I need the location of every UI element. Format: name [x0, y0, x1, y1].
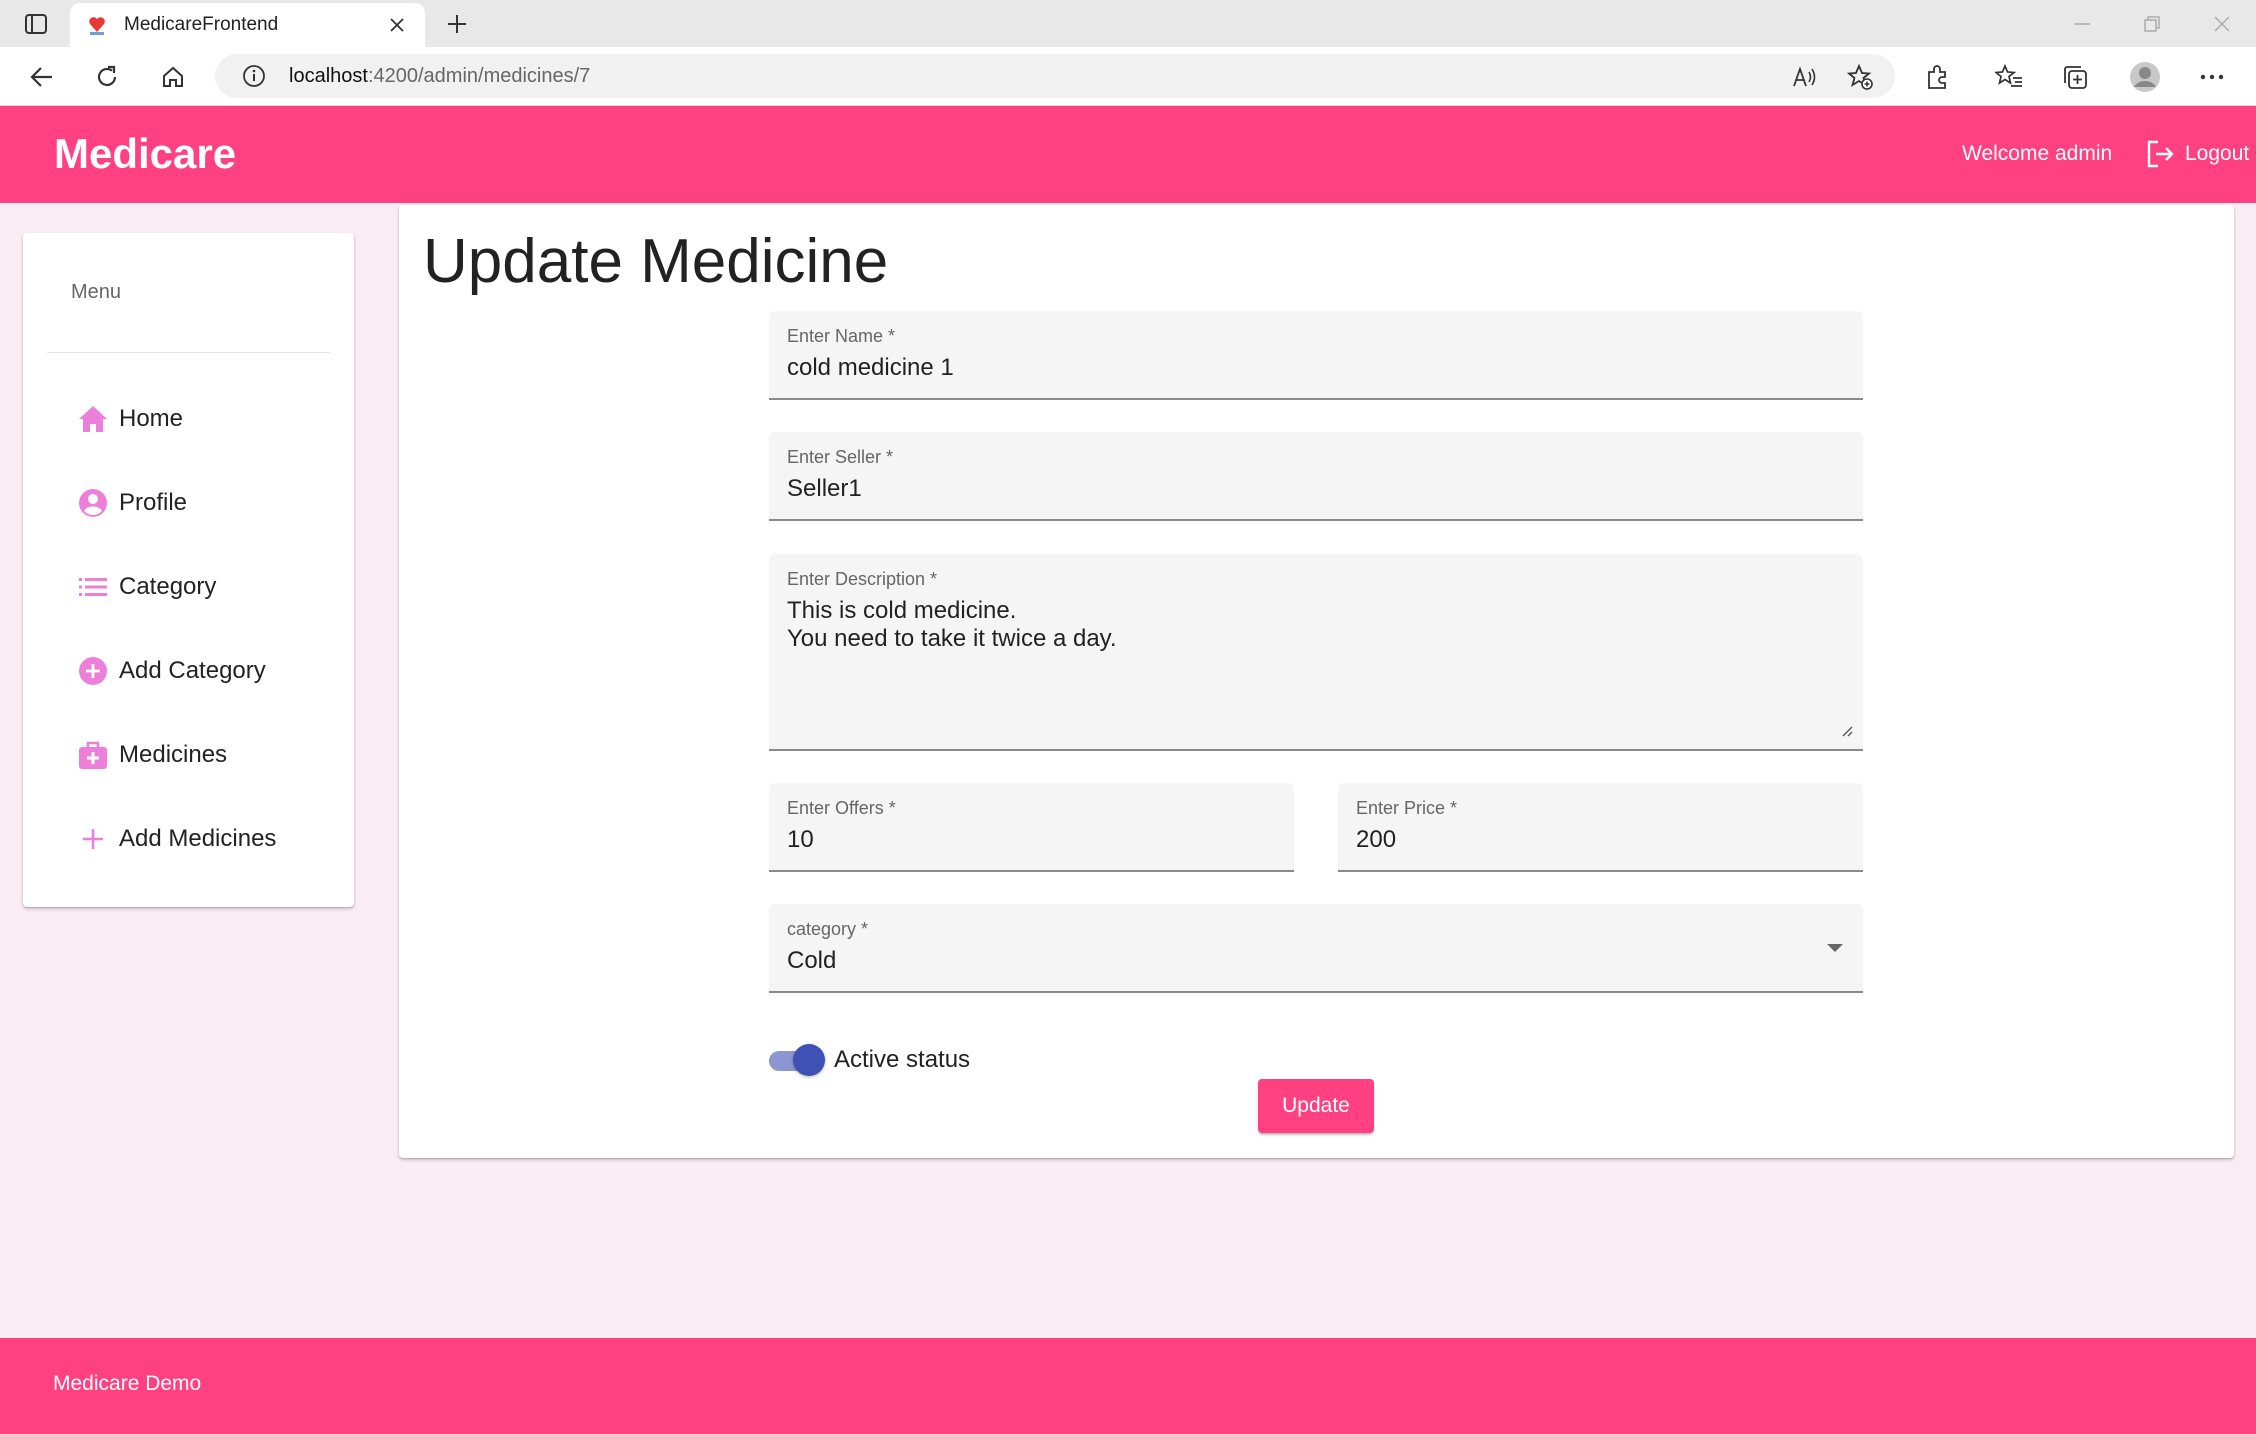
- page-title: Update Medicine: [423, 227, 889, 296]
- add-circle-icon: [77, 655, 109, 687]
- logout-label: Logout: [2185, 142, 2250, 165]
- tab-title: MedicareFrontend: [124, 14, 279, 35]
- tab-close-icon[interactable]: [385, 13, 409, 37]
- medical-bag-icon: [77, 739, 109, 771]
- list-icon: [77, 571, 109, 603]
- back-arrow-icon[interactable]: [23, 58, 61, 96]
- medicare-favicon-icon: [86, 14, 108, 36]
- update-button[interactable]: Update: [1258, 1079, 1374, 1133]
- minimize-icon[interactable]: [2062, 8, 2102, 40]
- sidebar-item-label: Medicines: [119, 741, 228, 768]
- category-label: category *: [787, 919, 869, 939]
- toggle-switch[interactable]: [769, 1041, 825, 1079]
- profile-avatar-icon[interactable]: [2126, 58, 2164, 96]
- sidebar-item-add-category[interactable]: Add Category: [23, 641, 354, 701]
- window-close-icon[interactable]: [2202, 8, 2242, 40]
- collections-icon[interactable]: [2056, 58, 2094, 96]
- sidebar-item-profile[interactable]: Profile: [23, 473, 354, 533]
- description-textarea[interactable]: This is cold medicine. You need to take …: [787, 597, 1821, 717]
- new-tab-icon[interactable]: [440, 8, 474, 40]
- name-field[interactable]: Enter Name *: [769, 311, 1863, 400]
- browser-tab[interactable]: MedicareFrontend: [70, 3, 425, 47]
- sidebar-item-label: Profile: [119, 489, 188, 516]
- offers-label: Enter Offers *: [787, 798, 896, 818]
- favorites-icon[interactable]: [1990, 58, 2028, 96]
- sidebar-menu: Menu Home Profile Category Add Category …: [23, 233, 354, 907]
- brand-title[interactable]: Medicare: [54, 130, 236, 178]
- price-label: Enter Price *: [1356, 798, 1458, 818]
- plus-icon: [77, 823, 109, 855]
- active-status-toggle[interactable]: Active status: [769, 1041, 970, 1079]
- resize-handle-icon[interactable]: [1839, 723, 1853, 737]
- logout-icon: [2143, 137, 2177, 171]
- welcome-text: Welcome admin: [1962, 142, 2113, 165]
- seller-input[interactable]: [787, 475, 1821, 503]
- browser-address-bar: localhost:4200/admin/medicines/7: [0, 47, 2256, 106]
- account-circle-icon: [77, 487, 109, 519]
- refresh-icon[interactable]: [88, 58, 126, 96]
- dropdown-arrow-icon[interactable]: [1827, 944, 1843, 952]
- home-browser-icon[interactable]: [154, 58, 192, 96]
- add-favorite-icon[interactable]: [1841, 58, 1879, 96]
- offers-input[interactable]: [787, 826, 1252, 854]
- sidebar-item-label: Add Category: [119, 657, 266, 684]
- url-host: localhost: [289, 64, 368, 87]
- sidebar-item-add-medicines[interactable]: Add Medicines: [23, 809, 354, 869]
- seller-label: Enter Seller *: [787, 447, 894, 467]
- more-options-icon[interactable]: [2193, 58, 2231, 96]
- name-label: Enter Name *: [787, 326, 896, 346]
- url-path: :4200/admin/medicines/7: [367, 64, 591, 87]
- footer-text: Medicare Demo: [53, 1372, 202, 1395]
- seller-field[interactable]: Enter Seller *: [769, 432, 1863, 521]
- browser-tab-bar: MedicareFrontend: [0, 0, 2256, 47]
- update-medicine-card: Update Medicine Enter Name * Enter Selle…: [399, 205, 2234, 1158]
- app-header: Medicare Welcome admin Logout: [0, 106, 2256, 203]
- extensions-icon[interactable]: [1918, 58, 1956, 96]
- restore-icon[interactable]: [2132, 8, 2172, 40]
- tab-actions-icon[interactable]: [18, 9, 54, 39]
- price-field[interactable]: Enter Price *: [1338, 783, 1863, 872]
- url-text: localhost:4200/admin/medicines/7: [289, 65, 590, 88]
- sidebar-item-label: Category: [119, 573, 217, 600]
- active-status-label: Active status: [834, 1046, 971, 1073]
- price-input[interactable]: [1356, 826, 1821, 854]
- offers-field[interactable]: Enter Offers *: [769, 783, 1294, 872]
- url-field[interactable]: localhost:4200/admin/medicines/7: [215, 54, 1895, 98]
- home-icon: [77, 403, 109, 435]
- site-info-icon[interactable]: [241, 63, 267, 89]
- sidebar-item-home[interactable]: Home: [23, 389, 354, 449]
- sidebar-item-medicines[interactable]: Medicines: [23, 725, 354, 785]
- menu-divider: [47, 352, 330, 353]
- app-footer: Medicare Demo: [0, 1338, 2256, 1434]
- category-select[interactable]: category * Cold: [769, 904, 1863, 993]
- sidebar-item-label: Add Medicines: [119, 825, 277, 852]
- category-value: Cold: [787, 947, 837, 974]
- read-aloud-icon[interactable]: [1786, 58, 1824, 96]
- sidebar-item-category[interactable]: Category: [23, 557, 354, 617]
- menu-title: Menu: [71, 281, 122, 303]
- sidebar-item-label: Home: [119, 405, 184, 432]
- description-label: Enter Description *: [787, 569, 938, 589]
- description-field[interactable]: Enter Description * This is cold medicin…: [769, 554, 1863, 751]
- name-input[interactable]: [787, 354, 1821, 382]
- logout-button[interactable]: Logout: [2143, 136, 2249, 172]
- toggle-thumb[interactable]: [793, 1044, 825, 1076]
